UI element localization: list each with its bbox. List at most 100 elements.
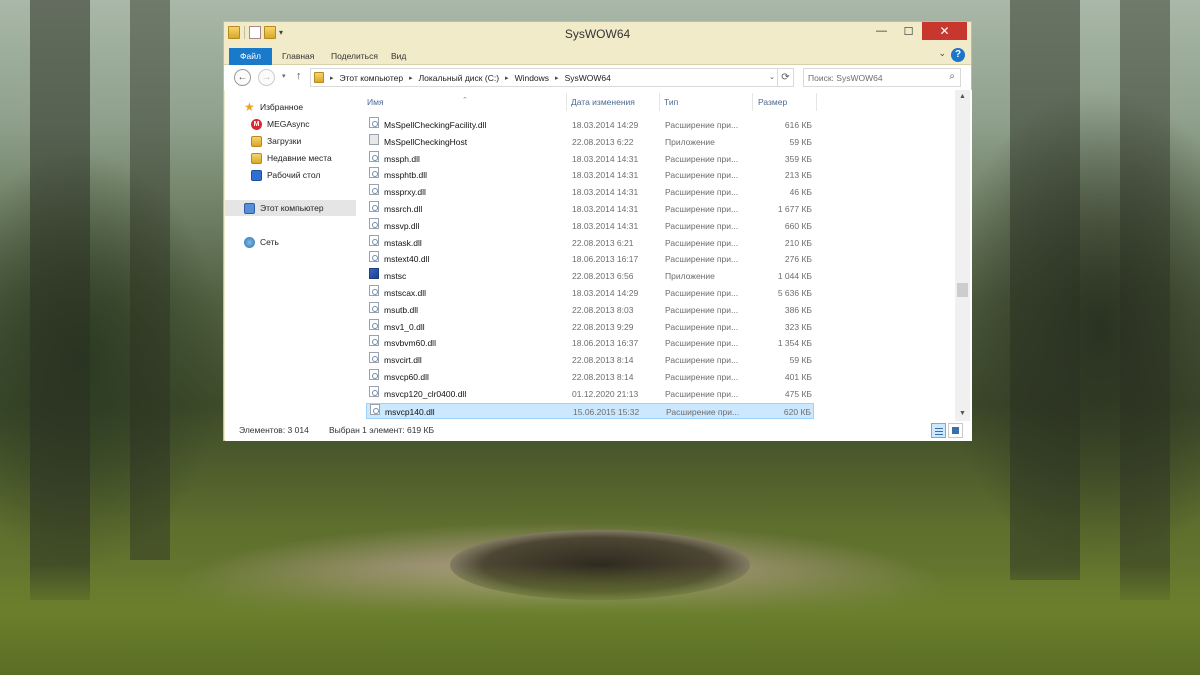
column-header-name[interactable]: ⌃ Имя xyxy=(367,90,567,114)
file-row[interactable]: msv1_0.dll 22.08.2013 9:29 Расширение при.… xyxy=(366,318,814,335)
file-row[interactable]: msvcp60.dll 22.08.2013 8:14 Расширение при… xyxy=(366,369,814,385)
window-title: SysWOW64 xyxy=(564,27,631,41)
file-size: 386 КБ xyxy=(784,304,812,315)
file-row[interactable]: mstext40.dll 18.06.2013 16:17 Расширение п… xyxy=(366,251,814,267)
tab-view[interactable]: Вид xyxy=(385,48,412,65)
dll-icon xyxy=(369,201,379,212)
file-size: 616 КБ xyxy=(784,120,812,130)
nav-item-label: Избранное xyxy=(260,102,304,112)
file-row[interactable]: msvcirt.dll 22.08.2013 8:14 Расширение при… xyxy=(366,352,814,368)
address-history-dropdown[interactable]: ⌄ xyxy=(769,73,775,81)
breadcrumb-this-pc[interactable]: Этот компьютер xyxy=(340,73,404,83)
minimize-button[interactable]: — xyxy=(868,22,895,40)
dll-icon xyxy=(370,403,380,415)
explorer-body: ★ Избранное M MEGAsync Загрузки Недавние… xyxy=(225,90,972,421)
breadcrumb-windows[interactable]: Windows xyxy=(515,73,549,83)
maximize-button[interactable]: ☐ xyxy=(895,22,922,40)
file-type: Расширение при... xyxy=(665,153,739,164)
file-row[interactable]: mssrch.dll 18.03.2014 14:31 Расширение при… xyxy=(366,201,814,217)
close-button[interactable]: ✕ xyxy=(922,22,967,40)
file-type: Расширение при... xyxy=(665,388,739,399)
breadcrumb-syswow64[interactable]: SysWOW64 xyxy=(565,73,611,83)
nav-item-desktop[interactable]: Рабочий стол xyxy=(225,167,356,183)
file-type: Расширение при... xyxy=(665,321,739,332)
forward-button[interactable]: → xyxy=(258,69,275,86)
column-separator[interactable] xyxy=(659,93,660,111)
nav-item-label: Рабочий стол xyxy=(267,170,321,180)
file-row[interactable]: MsSpellCheckingFacility.dll 18.03.2014 14… xyxy=(366,117,814,133)
file-type: Расширение при... xyxy=(665,304,739,315)
vertical-scrollbar[interactable]: ▲ ▼ xyxy=(955,90,970,421)
help-icon[interactable]: ? xyxy=(951,48,965,62)
search-box[interactable]: ⌕ xyxy=(803,68,961,87)
file-row[interactable]: mssprxy.dll 18.03.2014 14:31 Расширение пр… xyxy=(366,184,814,200)
dll-icon xyxy=(369,251,379,263)
file-row[interactable]: msvcp120_clr0400.dll 01.12.2020 21:13 Расш… xyxy=(366,385,814,402)
file-row[interactable]: MsSpellCheckingHost 22.08.2013 6:22 Прилож… xyxy=(366,133,814,150)
file-row[interactable]: mssph.dll 18.03.2014 14:31 Расширение при.… xyxy=(366,150,814,167)
file-name: msvcp120_clr0400.dll xyxy=(384,388,467,399)
file-name: msvcp60.dll xyxy=(384,372,429,382)
dll-icon xyxy=(369,184,379,196)
nav-item-downloads[interactable]: Загрузки xyxy=(225,133,356,149)
file-row[interactable]: msvbvm60.dll 18.06.2013 16:37 Расширение п… xyxy=(366,335,814,351)
file-row[interactable]: mstsc 22.08.2013 6:56 Приложение 1 044 КБ xyxy=(366,268,814,284)
file-size: 1 354 КБ xyxy=(777,338,812,349)
downloads-icon xyxy=(251,135,262,147)
up-button[interactable]: ↑ xyxy=(296,70,302,82)
breadcrumb-separator[interactable]: ▸ xyxy=(505,74,509,82)
expand-ribbon-icon[interactable]: ⌄ xyxy=(938,48,946,59)
file-name: MsSpellCheckingHost xyxy=(384,136,468,147)
file-row[interactable]: msvcp140.dll 15.06.2015 15:32 Расширение п… xyxy=(366,402,814,419)
details-view-button[interactable] xyxy=(931,423,946,438)
tab-share[interactable]: Поделиться xyxy=(325,48,384,65)
nav-item-this-pc[interactable]: Этот компьютер xyxy=(225,200,356,216)
scroll-up-arrow[interactable]: ▲ xyxy=(955,90,970,104)
column-header-type[interactable]: Тип xyxy=(664,90,752,114)
refresh-icon[interactable]: ⟳ xyxy=(777,69,793,86)
file-row[interactable]: mstask.dll 22.08.2013 6:21 Расширение при.… xyxy=(366,234,814,251)
column-separator[interactable] xyxy=(752,93,753,111)
file-name: mssrch.dll xyxy=(384,204,423,214)
details-view-icon xyxy=(935,434,943,435)
search-input[interactable] xyxy=(804,69,934,86)
title-bar: ▾ SysWOW64 — ☐ ✕ xyxy=(224,22,971,45)
column-separator[interactable] xyxy=(566,93,567,111)
file-row[interactable]: mstscax.dll 18.03.2014 14:29 Расширение пр… xyxy=(366,285,814,301)
recent-locations-dropdown[interactable]: ▾ xyxy=(282,72,286,80)
nav-item-megasync[interactable]: M MEGAsync xyxy=(225,116,356,132)
large-icons-view-button[interactable] xyxy=(948,423,963,438)
scroll-down-arrow[interactable]: ▼ xyxy=(955,407,970,421)
tab-file[interactable]: Файл xyxy=(229,48,272,65)
column-separator[interactable] xyxy=(816,93,817,111)
nav-item-favorites[interactable]: ★ Избранное xyxy=(225,99,356,115)
back-button[interactable]: ← xyxy=(234,69,251,86)
address-bar[interactable]: ▸ Этот компьютер ▸ Локальный диск (C:) ▸… xyxy=(310,68,794,87)
pane-divider[interactable] xyxy=(356,90,366,421)
column-header-size[interactable]: Размер xyxy=(758,90,818,114)
breadcrumb-separator[interactable]: ▸ xyxy=(409,74,413,82)
star-icon: ★ xyxy=(244,99,255,114)
file-size: 59 КБ xyxy=(789,136,812,147)
ribbon-tabs: Файл Главная Поделиться Вид ⌄ ? xyxy=(224,45,971,65)
file-row[interactable]: msutb.dll 22.08.2013 8:03 Расширение при..… xyxy=(366,301,814,318)
file-row[interactable]: mssphtb.dll 18.03.2014 14:31 Расширение пр… xyxy=(366,167,814,183)
breadcrumb-separator[interactable]: ▸ xyxy=(330,74,334,82)
details-view-icon xyxy=(935,428,943,429)
file-size: 401 КБ xyxy=(784,372,812,382)
scroll-thumb[interactable] xyxy=(957,283,968,297)
details-view-icon xyxy=(935,431,943,432)
search-icon[interactable]: ⌕ xyxy=(949,71,955,82)
file-name: mssph.dll xyxy=(384,153,420,164)
breadcrumb-separator[interactable]: ▸ xyxy=(555,74,559,82)
app-icon xyxy=(369,133,379,145)
file-date: 18.03.2014 14:31 xyxy=(572,170,639,181)
tab-home[interactable]: Главная xyxy=(276,48,320,65)
nav-item-network[interactable]: Сеть xyxy=(225,234,356,250)
nav-item-recent-places[interactable]: Недавние места xyxy=(225,150,356,166)
breadcrumb-local-disk[interactable]: Локальный диск (C:) xyxy=(419,73,499,83)
column-header-date[interactable]: Дата изменения xyxy=(571,90,661,114)
file-date: 22.08.2013 8:14 xyxy=(572,372,634,382)
file-row[interactable]: mssvp.dll 18.03.2014 14:31 Расширение при.… xyxy=(366,217,814,234)
file-date: 18.03.2014 14:31 xyxy=(572,187,639,198)
